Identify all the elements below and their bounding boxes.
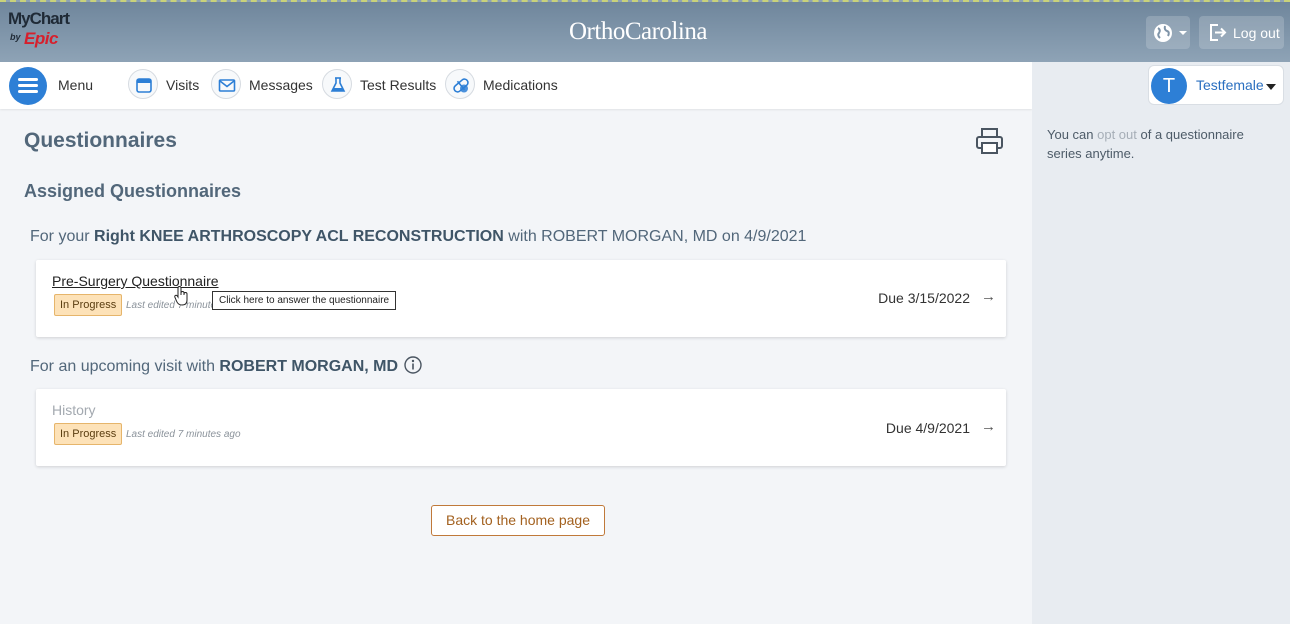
nav-visits-label: Visits <box>166 77 200 93</box>
mychart-logo[interactable]: MyChart by Epic <box>8 10 78 54</box>
opt-out-link[interactable]: opt out <box>1097 127 1137 142</box>
hand-cursor-icon <box>174 286 188 306</box>
opt-out-info: You can opt out of a questionnaire serie… <box>1047 125 1277 163</box>
questionnaire-card[interactable]: History In Progress Last edited 7 minute… <box>36 389 1006 466</box>
procedure-name: Right KNEE ARTHROSCOPY ACL RECONSTRUCTIO… <box>94 228 504 245</box>
group-prefix: For your <box>30 228 95 245</box>
page-title: Questionnaires <box>24 129 177 152</box>
nav-messages[interactable]: Messages <box>211 67 313 104</box>
hamburger-icon <box>18 78 38 81</box>
brand-title: OrthoCarolina <box>569 18 707 45</box>
group-heading-surgery: For your Right KNEE ARTHROSCOPY ACL RECO… <box>30 228 806 246</box>
status-badge: In Progress <box>54 294 123 316</box>
group-suffix: with ROBERT MORGAN, MD on 4/9/2021 <box>503 228 807 245</box>
nav-medications-label: Medications <box>483 77 558 93</box>
main-navbar: Menu Visits Messages Test Results Medica… <box>0 62 1032 109</box>
chevron-down-icon <box>1179 31 1187 35</box>
hamburger-icon <box>18 90 38 93</box>
due-date: Due 3/15/2022 <box>878 290 970 306</box>
flask-icon <box>330 77 346 92</box>
provider-name: ROBERT MORGAN, MD <box>219 358 399 375</box>
last-edited-text: Last edited 7 minutes ago <box>126 429 241 440</box>
user-account-button[interactable]: T Testfemale <box>1148 65 1284 105</box>
opt-out-text-before: You can <box>1047 127 1098 142</box>
chevron-down-icon <box>1266 84 1276 90</box>
hamburger-icon <box>18 84 38 87</box>
back-home-button[interactable]: Back to the home page <box>431 505 605 536</box>
globe-icon <box>1154 24 1172 42</box>
top-banner: MyChart by Epic OrthoCarolina Log out <box>0 0 1290 62</box>
logout-icon <box>1210 24 1227 41</box>
status-badge: In Progress <box>54 423 123 445</box>
menu-button[interactable] <box>9 67 47 105</box>
nav-test-results-label: Test Results <box>360 77 437 93</box>
pill-icon <box>453 78 469 93</box>
epic-logo-text: Epic <box>24 29 58 48</box>
mychart-logo-text: MyChart <box>8 9 70 28</box>
mychart-by-text: by <box>10 32 21 42</box>
arrow-right-icon: → <box>981 418 996 435</box>
logout-label: Log out <box>1233 25 1280 41</box>
nav-medications[interactable]: Medications <box>445 67 560 104</box>
nav-messages-label: Messages <box>249 77 313 93</box>
group-prefix: For an upcoming visit with <box>30 358 220 375</box>
section-title: Assigned Questionnaires <box>24 181 242 201</box>
tooltip: Click here to answer the questionnaire <box>212 291 397 310</box>
envelope-icon <box>218 79 236 92</box>
nav-visits[interactable]: Visits <box>128 67 203 104</box>
language-button[interactable] <box>1146 16 1190 49</box>
group-heading-visit: For an upcoming visit with ROBERT MORGAN… <box>30 356 422 379</box>
questionnaire-link[interactable]: Pre-Surgery Questionnaire <box>52 273 219 289</box>
calendar-icon <box>136 78 152 93</box>
printer-icon <box>976 128 1003 154</box>
nav-test-results[interactable]: Test Results <box>322 67 437 104</box>
info-icon[interactable] <box>404 356 422 379</box>
menu-label[interactable]: Menu <box>58 77 93 93</box>
due-date: Due 4/9/2021 <box>885 420 970 436</box>
user-name: Testfemale <box>1196 77 1264 93</box>
logout-button[interactable]: Log out <box>1199 16 1284 49</box>
print-button[interactable] <box>975 127 1004 160</box>
arrow-right-icon: → <box>981 288 996 305</box>
avatar: T <box>1151 68 1187 104</box>
questionnaire-link[interactable]: History <box>52 402 96 418</box>
